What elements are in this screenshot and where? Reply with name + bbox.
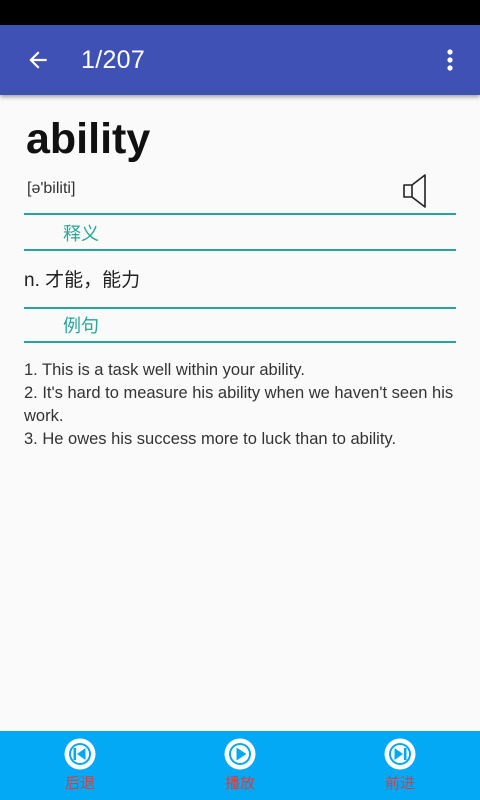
playback-bar: 后退 播放 前进 [0, 731, 480, 800]
skip-previous-icon [64, 738, 96, 770]
back-button[interactable] [14, 36, 62, 84]
app-bar: 1/207 [0, 25, 480, 95]
divider [24, 307, 456, 309]
page-counter: 1/207 [81, 46, 146, 74]
previous-button[interactable]: 后退 [30, 731, 130, 800]
status-bar [0, 0, 480, 25]
previous-label: 后退 [64, 775, 95, 792]
arrow-back-icon [29, 51, 47, 69]
example-list: 1. This is a task well within your abili… [24, 359, 464, 451]
definition-text: n. 才能，能力 [24, 270, 141, 291]
phonetic-transcription: [ə'biliti] [27, 180, 76, 197]
skip-next-icon [384, 738, 416, 770]
more-vert-icon [447, 49, 453, 71]
overflow-menu-button[interactable] [428, 36, 472, 84]
next-label: 前进 [384, 775, 415, 792]
divider [24, 249, 456, 251]
play-label: 播放 [224, 775, 255, 792]
divider [24, 341, 456, 343]
play-icon [224, 738, 256, 770]
divider [24, 213, 456, 215]
word-entry: ability [ə'biliti] 释义 n. 才能，能力 例句 1. Thi… [0, 95, 480, 731]
pronounce-button[interactable] [398, 171, 432, 211]
example-sentence: 1. This is a task well within your abili… [24, 361, 305, 379]
next-button[interactable]: 前进 [350, 731, 450, 800]
examples-heading: 例句 [63, 316, 99, 336]
speaker-icon [403, 174, 426, 208]
play-button[interactable]: 播放 [190, 731, 290, 800]
example-sentence: 2. It's hard to measure his ability when… [24, 384, 454, 425]
definition-heading: 释义 [63, 224, 99, 244]
headword: ability [26, 115, 151, 163]
example-sentence: 3. He owes his success more to luck than… [24, 430, 397, 448]
